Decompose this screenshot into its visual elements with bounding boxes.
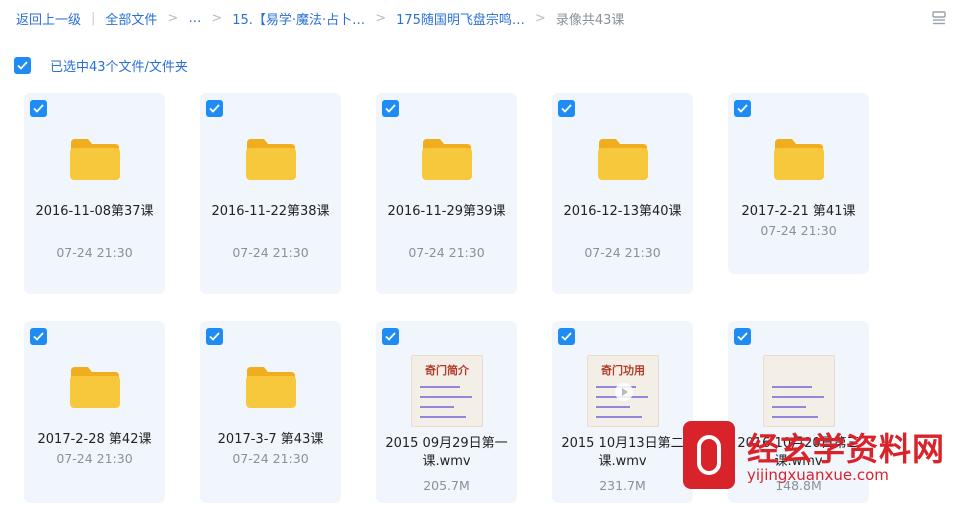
folder-icon xyxy=(246,367,296,408)
item-name[interactable]: 2016-12-13第40课 xyxy=(558,203,687,221)
watermark-text: 经玄学资料网 xyxy=(747,430,946,468)
item-name[interactable]: 2017-3-7 第43课 xyxy=(206,431,335,449)
check-icon xyxy=(385,332,396,341)
item-date: 07-24 21:30 xyxy=(584,245,661,260)
check-icon xyxy=(385,104,396,113)
item-checkbox[interactable] xyxy=(734,100,751,117)
item-checkbox[interactable] xyxy=(382,100,399,117)
item-checkbox[interactable] xyxy=(382,328,399,345)
breadcrumb-separator: > xyxy=(375,10,387,26)
thumbnail-title: 奇门功用 xyxy=(601,364,645,377)
breadcrumb-level1[interactable]: 15.【易学·魔法·占卜… xyxy=(232,9,365,28)
item-name[interactable]: 2016-11-08第37课 xyxy=(30,203,159,221)
breadcrumb-divider: | xyxy=(91,10,96,26)
breadcrumb-ellipsis[interactable]: … xyxy=(188,11,201,26)
folder-card[interactable]: 2017-2-28 第42课 07-24 21:30 xyxy=(24,321,165,503)
check-icon xyxy=(561,332,572,341)
watermark-logo-icon xyxy=(683,421,735,489)
item-checkbox[interactable] xyxy=(734,328,751,345)
item-date: 07-24 21:30 xyxy=(56,245,133,260)
folder-icon xyxy=(774,139,824,180)
folder-card[interactable]: 2017-2-21 第41课 07-24 21:30 xyxy=(728,93,869,274)
item-date: 07-24 21:30 xyxy=(232,451,309,466)
item-name[interactable]: 2017-2-21 第41课 xyxy=(734,203,863,221)
item-size: 231.7M xyxy=(599,478,646,493)
select-all-checkbox[interactable] xyxy=(14,57,31,74)
video-thumbnail[interactable]: 奇门功用 xyxy=(587,355,659,427)
select-all-row: 已选中43个文件/文件夹 xyxy=(14,56,188,75)
breadcrumb-level2[interactable]: 175随国明飞盘宗鸣… xyxy=(396,9,525,28)
item-checkbox[interactable] xyxy=(206,100,223,117)
breadcrumb: 返回上一级 | 全部文件 > … > 15.【易学·魔法·占卜… > 175随国… xyxy=(16,8,624,28)
folder-card[interactable]: 2016-11-08第37课 07-24 21:30 xyxy=(24,93,165,294)
folder-card[interactable]: 2016-11-29第39课 07-24 21:30 xyxy=(376,93,517,294)
watermark-url: yijingxuanxue.com xyxy=(747,466,889,484)
item-name[interactable]: 2016-11-29第39课 xyxy=(382,203,511,221)
breadcrumb-current: 录像共43课 xyxy=(555,12,625,28)
check-icon xyxy=(33,332,44,341)
item-name[interactable]: 2016-11-22第38课 xyxy=(206,203,335,221)
folder-icon xyxy=(422,139,472,180)
breadcrumb-separator: > xyxy=(167,10,179,26)
item-date: 07-24 21:30 xyxy=(232,245,309,260)
check-icon xyxy=(561,104,572,113)
item-checkbox[interactable] xyxy=(30,100,47,117)
folder-card[interactable]: 2016-11-22第38课 07-24 21:30 xyxy=(200,93,341,294)
check-icon xyxy=(209,104,220,113)
folder-icon xyxy=(70,367,120,408)
item-name[interactable]: 2015 09月29日第一课.wmv xyxy=(382,435,511,471)
item-checkbox[interactable] xyxy=(558,328,575,345)
breadcrumb-all-files[interactable]: 全部文件 xyxy=(105,9,157,28)
folder-card[interactable]: 2017-3-7 第43课 07-24 21:30 xyxy=(200,321,341,503)
video-card[interactable]: 奇门功用 2015 10月13日第二课.wmv 231.7M xyxy=(552,321,693,503)
item-name[interactable]: 2015 10月13日第二课.wmv xyxy=(558,435,687,471)
folder-icon xyxy=(246,139,296,180)
breadcrumb-separator: > xyxy=(211,10,223,26)
item-date: 07-24 21:30 xyxy=(760,223,837,238)
list-view-icon[interactable] xyxy=(931,10,947,26)
item-date: 07-24 21:30 xyxy=(56,451,133,466)
selection-count-label: 已选中43个文件/文件夹 xyxy=(50,60,188,75)
item-checkbox[interactable] xyxy=(206,328,223,345)
check-icon xyxy=(737,332,748,341)
check-icon xyxy=(737,104,748,113)
check-icon xyxy=(33,104,44,113)
thumbnail-title: 奇门简介 xyxy=(425,364,469,377)
folder-card[interactable]: 2016-12-13第40课 07-24 21:30 xyxy=(552,93,693,294)
check-icon xyxy=(17,61,28,70)
item-date: 07-24 21:30 xyxy=(408,245,485,260)
check-icon xyxy=(209,332,220,341)
video-thumbnail[interactable]: 奇门简介 xyxy=(411,355,483,427)
play-icon xyxy=(615,383,633,401)
folder-icon xyxy=(598,139,648,180)
breadcrumb-separator: > xyxy=(534,10,546,26)
breadcrumb-back[interactable]: 返回上一级 xyxy=(16,9,81,28)
item-name[interactable]: 2017-2-28 第42课 xyxy=(30,431,159,449)
item-checkbox[interactable] xyxy=(558,100,575,117)
item-checkbox[interactable] xyxy=(30,328,47,345)
watermark: 经玄学资料网 yijingxuanxue.com xyxy=(683,416,965,511)
video-card[interactable]: 奇门简介 2015 09月29日第一课.wmv 205.7M xyxy=(376,321,517,503)
folder-icon xyxy=(70,139,120,180)
item-size: 205.7M xyxy=(423,478,470,493)
